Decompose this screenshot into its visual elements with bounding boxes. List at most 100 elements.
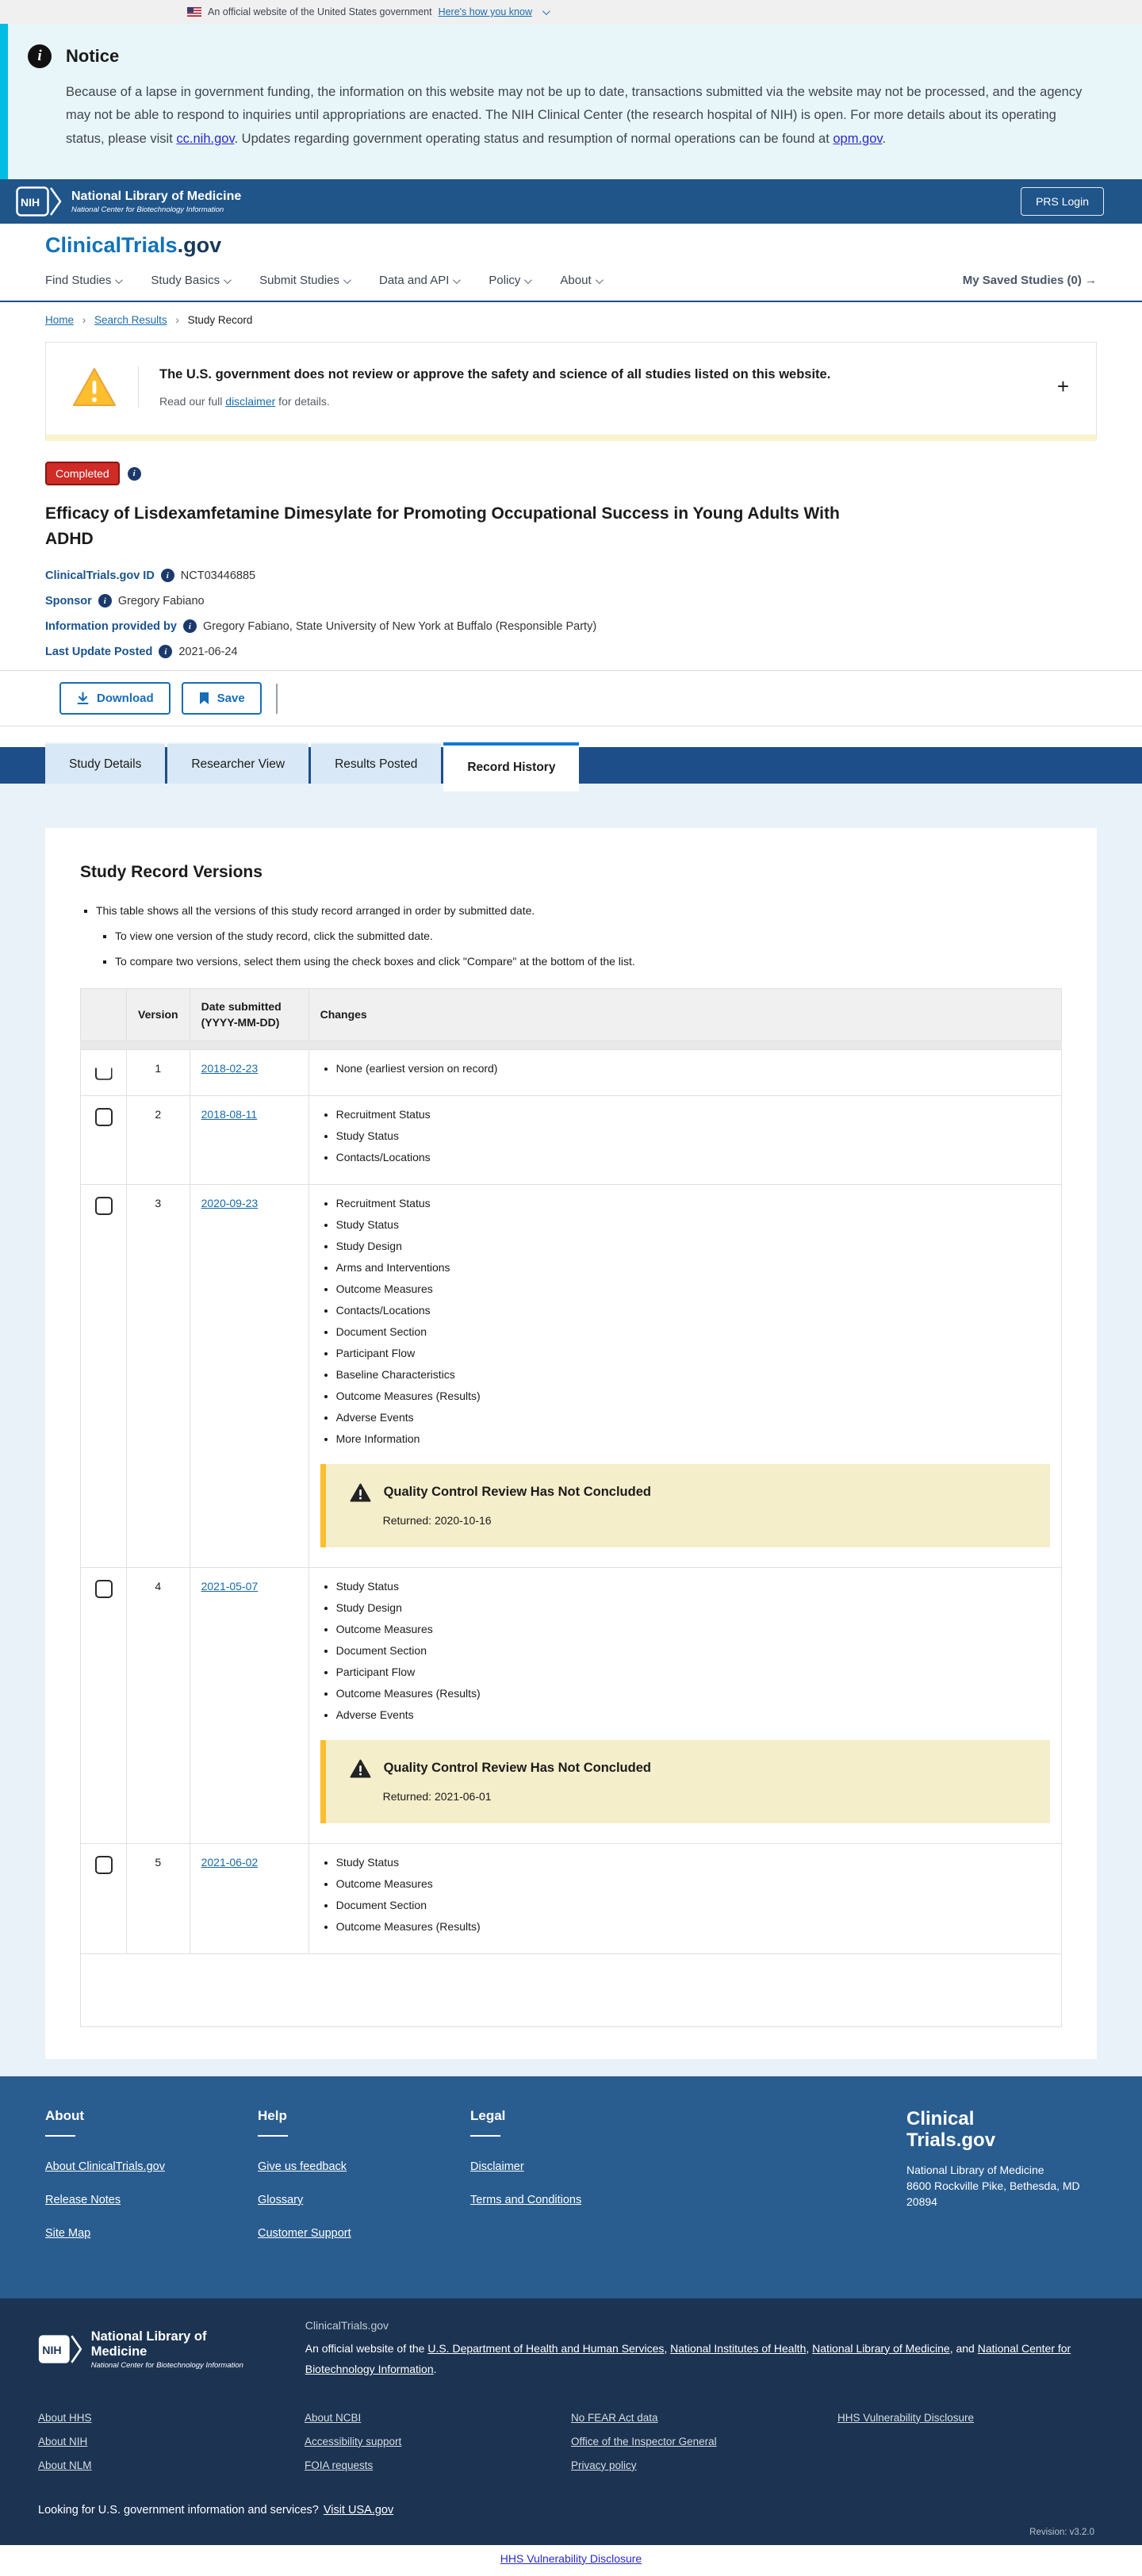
cell-select <box>81 1184 127 1567</box>
disclaimer-heading: The U.S. government does not review or a… <box>159 367 830 382</box>
official-link-national-institutes-of-health[interactable]: National Institutes of Health <box>670 2342 806 2355</box>
footer-link-about-clinicaltrials-gov[interactable]: About ClinicalTrials.gov <box>45 2160 258 2173</box>
disclaimer-pre: Read our full <box>159 395 225 408</box>
version-date-link[interactable]: 2018-08-11 <box>201 1108 258 1121</box>
my-saved-studies-link[interactable]: My Saved Studies (0) → <box>963 274 1097 287</box>
col-date: Date submitted (YYYY-MM-DD) <box>190 989 308 1041</box>
tab-study-details[interactable]: Study Details <box>45 742 165 784</box>
clinicaltrials-logo[interactable]: ClinicalTrials.gov <box>45 233 221 257</box>
action-bar: Download Save <box>0 670 1142 726</box>
cell-version: 4 <box>127 1567 190 1843</box>
footer-link-glossary[interactable]: Glossary <box>258 2194 470 2206</box>
main-nav: Find Studies Study Basics Submit Studies Da… <box>0 259 1142 302</box>
subfooter-link-foia-requests[interactable]: FOIA requests <box>305 2459 571 2471</box>
disclaimer-link[interactable]: disclaimer <box>225 395 275 408</box>
prs-login-button[interactable]: PRS Login <box>1021 187 1104 216</box>
info-icon[interactable]: i <box>159 645 172 658</box>
saved-label: My Saved Studies (0) <box>963 274 1082 287</box>
cc-nih-gov-link[interactable]: cc.nih.gov <box>176 132 234 146</box>
footer-link-site-map[interactable]: Site Map <box>45 2227 258 2240</box>
chevron-down-icon <box>596 276 604 284</box>
version-date-link[interactable]: 2021-05-07 <box>201 1580 259 1593</box>
official-link-national-library-of-medicine[interactable]: National Library of Medicine <box>812 2342 950 2355</box>
meta-value: 2021-06-24 <box>178 646 237 658</box>
chevron-down-icon <box>224 276 232 284</box>
chevron-down-icon <box>115 276 123 284</box>
nav-item-study-basics[interactable]: Study Basics <box>151 274 229 287</box>
cell-date: 2021-05-07 <box>190 1567 308 1843</box>
info-icon[interactable]: i <box>183 619 197 633</box>
subfooter-link-column: About HHS About NIH About NLM <box>38 2412 305 2483</box>
study-meta: ClinicalTrials.gov IDiNCT03446885Sponsor… <box>45 569 1097 658</box>
hhs-vulnerability-link[interactable]: HHS Vulnerability Disclosure <box>500 2552 642 2565</box>
info-icon[interactable]: i <box>128 467 141 481</box>
divider <box>258 2135 288 2137</box>
version-date-link[interactable]: 2020-09-23 <box>201 1197 259 1209</box>
footer-link-customer-support[interactable]: Customer Support <box>258 2227 470 2240</box>
download-button[interactable]: Download <box>59 682 171 715</box>
version-date-link[interactable]: 2021-06-02 <box>201 1856 259 1869</box>
footer-link-terms-and-conditions[interactable]: Terms and Conditions <box>470 2194 683 2206</box>
table-gap-band <box>81 1041 1062 1049</box>
nav-item-data-and-api[interactable]: Data and API <box>379 274 458 287</box>
change-item: Adverse Events <box>336 1708 1050 1721</box>
tab-researcher-view[interactable]: Researcher View <box>167 742 308 784</box>
nav-item-find-studies[interactable]: Find Studies <box>45 274 121 287</box>
change-item: Baseline Characteristics <box>336 1368 1050 1381</box>
breadcrumb-separator: › <box>175 314 179 326</box>
arrow-right-icon: → <box>1085 274 1097 287</box>
subfooter-link-office-of-the-inspector-general[interactable]: Office of the Inspector General <box>571 2436 837 2448</box>
official-site-text: An official website of the United States… <box>208 6 432 17</box>
breadcrumb-home[interactable]: Home <box>45 314 74 326</box>
svg-text:NIH: NIH <box>21 196 40 209</box>
download-icon <box>76 692 90 705</box>
footer-column-help: HelpGive us feedbackGlossaryCustomer Sup… <box>258 2108 470 2260</box>
version-checkbox[interactable] <box>95 1062 113 1080</box>
tab-results-posted[interactable]: Results Posted <box>311 742 441 784</box>
info-icon[interactable]: i <box>161 569 174 582</box>
changes-list: Recruitment StatusStudy StatusContacts/L… <box>336 1108 1050 1163</box>
subfooter-link-accessibility-support[interactable]: Accessibility support <box>305 2436 571 2448</box>
version-checkbox[interactable] <box>95 1580 113 1598</box>
subfooter-link-about-nlm[interactable]: About NLM <box>38 2459 305 2471</box>
nlm-header: NIH National Library of Medicine Nationa… <box>0 179 1142 224</box>
meta-label: Last Update Posted <box>45 646 152 658</box>
meta-row-information-provided-by: Information provided byiGregory Fabiano,… <box>45 619 1097 633</box>
status-row: Completed i <box>45 462 1097 485</box>
version-checkbox[interactable] <box>95 1856 113 1874</box>
version-checkbox[interactable] <box>95 1108 113 1126</box>
col-date-line1: Date submitted <box>201 1000 282 1013</box>
version-date-link[interactable]: 2018-02-23 <box>201 1062 259 1075</box>
footer-column-legal: LegalDisclaimerTerms and Conditions <box>470 2108 683 2260</box>
footer-link-release-notes[interactable]: Release Notes <box>45 2194 258 2206</box>
subfooter-link-about-ncbi[interactable]: About NCBI <box>305 2412 571 2424</box>
change-item: Outcome Measures <box>336 1282 1050 1295</box>
save-button[interactable]: Save <box>182 682 262 715</box>
tab-record-history[interactable]: Record History <box>443 742 579 792</box>
nav-item-submit-studies[interactable]: Submit Studies <box>259 274 349 287</box>
version-checkbox[interactable] <box>95 1197 113 1215</box>
info-icon[interactable]: i <box>98 594 112 608</box>
subfooter-link-hhs-vulnerability-disclosure[interactable]: HHS Vulnerability Disclosure <box>837 2412 1104 2424</box>
visit-usa-gov-link[interactable]: Visit USA.gov <box>324 2504 393 2517</box>
changes-list: Study StatusOutcome MeasuresDocument Sec… <box>336 1856 1050 1933</box>
subfooter-link-about-hhs[interactable]: About HHS <box>38 2412 305 2424</box>
col-date-line2: (YYYY-MM-DD) <box>201 1016 280 1029</box>
intro-text: This table shows all the versions of thi… <box>96 904 535 917</box>
nav-item-label: Submit Studies <box>259 274 339 287</box>
meta-label: ClinicalTrials.gov ID <box>45 569 155 582</box>
subfooter-link-about-nih[interactable]: About NIH <box>38 2436 305 2448</box>
official-link-u-s-department-of-health-and-human-services[interactable]: U.S. Department of Health and Human Serv… <box>427 2342 664 2355</box>
subfooter-link-no-fear-act-data[interactable]: No FEAR Act data <box>571 2412 837 2424</box>
footer-link-give-us-feedback[interactable]: Give us feedback <box>258 2160 470 2173</box>
subfooter-link-privacy-policy[interactable]: Privacy policy <box>571 2459 837 2471</box>
opm-gov-link[interactable]: opm.gov <box>833 132 882 146</box>
nav-item-policy[interactable]: Policy <box>489 274 530 287</box>
change-item: Adverse Events <box>336 1411 1050 1424</box>
footer-link-disclaimer[interactable]: Disclaimer <box>470 2160 683 2173</box>
change-item: None (earliest version on record) <box>336 1062 1050 1075</box>
expand-icon[interactable]: + <box>1057 376 1069 397</box>
nav-item-about[interactable]: About <box>560 274 600 287</box>
how-you-know-link[interactable]: Here's how you know <box>439 6 532 17</box>
breadcrumb-search-results[interactable]: Search Results <box>94 314 167 326</box>
